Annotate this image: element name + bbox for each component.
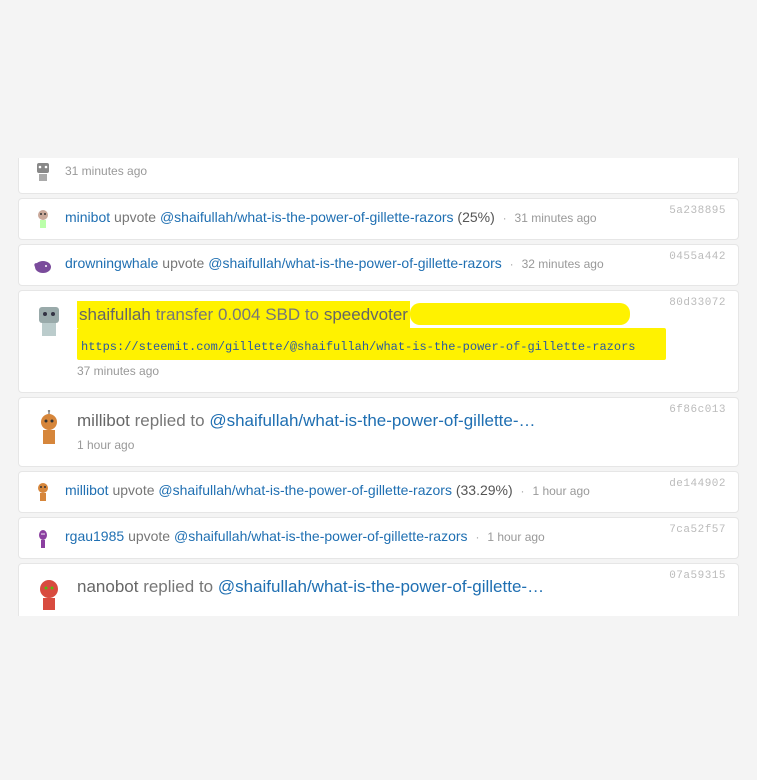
timestamp: 32 minutes ago [522,257,604,271]
tx-hash: 6f86c013 [669,404,726,416]
to-user-link[interactable]: speedvoter [324,305,408,324]
timestamp: 1 hour ago [532,484,589,498]
user-link[interactable]: drowningwhale [65,255,158,271]
action-text: replied to [135,411,205,430]
timestamp: 37 minutes ago [77,362,726,380]
avatar [31,303,67,339]
user-link[interactable]: minibot [65,209,110,225]
user-link[interactable]: nanobot [77,577,138,596]
activity-row: de144902 millibot upvote @shaifullah/wha… [18,471,739,513]
tx-hash: 0455a442 [669,251,726,263]
user-link[interactable]: millibot [65,482,109,498]
avatar [31,526,55,550]
action-text: replied to [143,577,213,596]
activity-row: 5a238895 minibot upvote @shaifullah/what… [18,198,739,240]
post-link[interactable]: @shaifullah/what-is-the-power-of-gillett… [218,577,544,596]
from-user-link[interactable]: shaifullah [79,305,151,324]
activity-row: 07a59315 nanobot replied to @shaifullah/… [18,563,739,616]
avatar [31,410,67,446]
timestamp: 31 minutes ago [515,211,597,225]
tx-hash: 5a238895 [669,205,726,217]
avatar [31,207,55,231]
transfer-amount: 0.004 SBD [218,305,300,324]
tx-hash: 7ca52f57 [669,524,726,536]
user-link[interactable]: rgau1985 [65,528,124,544]
activity-row: 0455a442 drowningwhale upvote @shaifulla… [18,244,739,286]
user-link[interactable]: millibot [77,411,130,430]
activity-row: 31 minutes ago [18,158,739,194]
activity-row: 6f86c013 millibot replied to @shaifullah… [18,397,739,467]
post-link[interactable]: @shaifullah/what-is-the-power-of-gillett… [209,411,535,430]
timestamp: 1 hour ago [77,436,726,454]
tx-hash: 07a59315 [669,570,726,582]
avatar [31,253,55,277]
activity-row-highlighted: 80d33072 shaifullah transfer 0.004 SBD t… [18,290,739,393]
avatar [31,480,55,504]
action-text: upvote [114,209,156,225]
activity-row: 7ca52f57 rgau1985 upvote @shaifullah/wha… [18,517,739,559]
avatar [31,160,55,184]
action-text: upvote [112,482,154,498]
to-word: to [305,305,319,324]
action-text: upvote [162,255,204,271]
post-link[interactable]: @shaifullah/what-is-the-power-of-gillett… [208,255,502,271]
action-text: upvote [128,528,170,544]
memo-link[interactable]: https://steemit.com/gillette/@shaifullah… [81,338,636,356]
timestamp: 31 minutes ago [65,162,726,180]
post-link[interactable]: @shaifullah/what-is-the-power-of-gillett… [158,482,452,498]
post-link[interactable]: @shaifullah/what-is-the-power-of-gillett… [160,209,454,225]
post-link[interactable]: @shaifullah/what-is-the-power-of-gillett… [174,528,468,544]
avatar [31,576,67,612]
timestamp: 1 hour ago [487,530,544,544]
tx-hash: de144902 [669,478,726,490]
vote-percent: (33.29%) [456,482,513,498]
vote-percent: (25%) [457,209,494,225]
action-text: transfer [156,305,214,324]
activity-feed: 31 minutes ago 5a238895 minibot upvote @… [0,0,757,780]
